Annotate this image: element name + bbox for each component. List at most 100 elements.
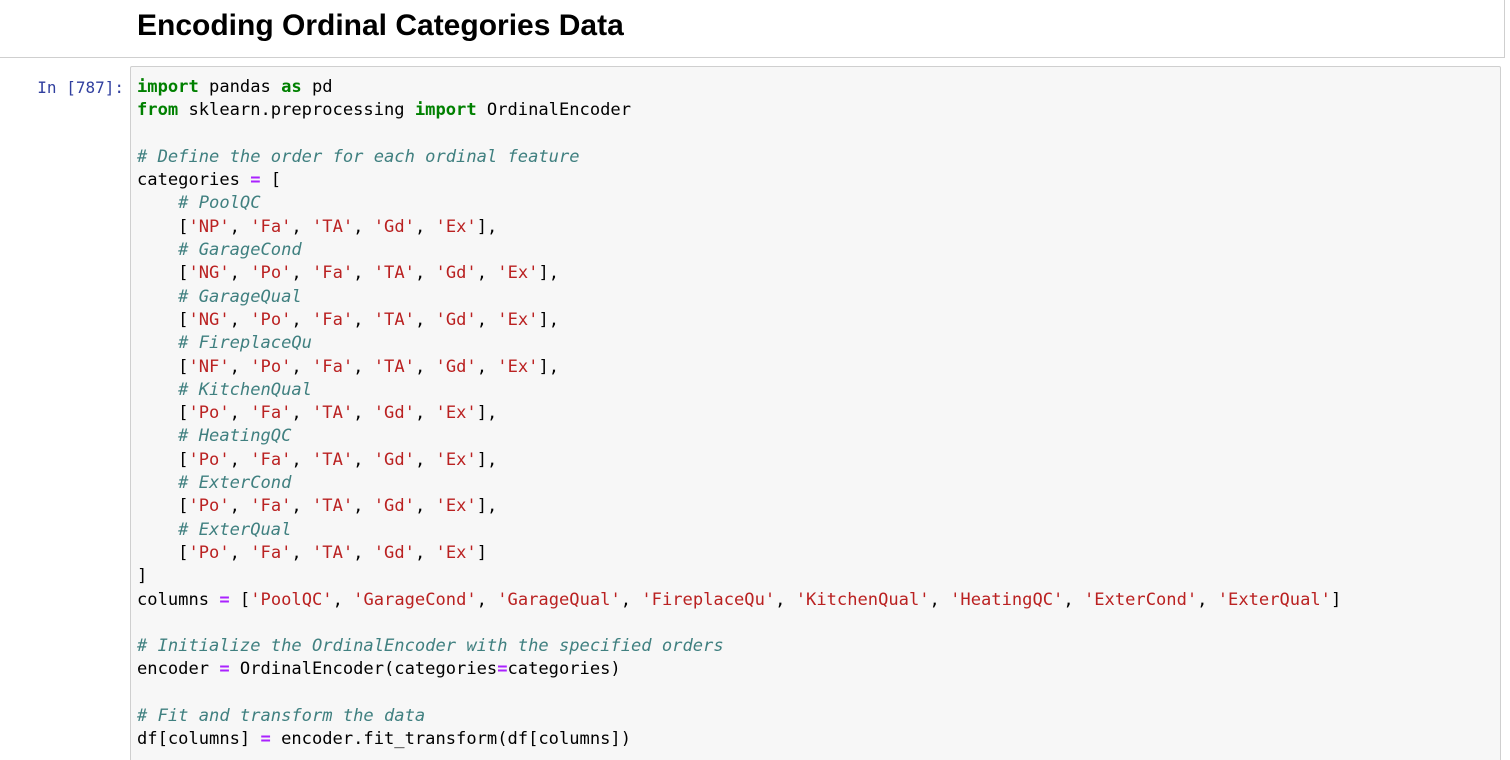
code-token-plain: [ (137, 496, 189, 517)
markdown-cell[interactable]: Encoding Ordinal Categories Data (0, 0, 1505, 58)
code-token-kw: from (137, 100, 179, 121)
code-token-str: 'Fa' (312, 263, 354, 284)
code-token-plain: , (291, 356, 312, 377)
code-cell-editor[interactable]: import pandas as pd from sklearn.preproce… (130, 66, 1501, 760)
code-line: encoder = OrdinalEncoder(categories=cate… (137, 658, 1341, 681)
code-token-plain: ], (476, 216, 498, 237)
code-token-plain: OrdinalEncoder(categories (229, 659, 498, 680)
code-token-plain: [ (137, 309, 189, 330)
code-token-plain: , (414, 263, 436, 284)
code-token-plain: , (414, 542, 436, 563)
code-block[interactable]: import pandas as pd from sklearn.preproce… (137, 76, 1341, 752)
code-token-str: 'TA' (312, 496, 354, 517)
code-token-str: 'TA' (312, 449, 354, 470)
code-token-com: # Define the order for each ordinal feat… (137, 146, 580, 167)
code-line: ['NF', 'Po', 'Fa', 'TA', 'Gd', 'Ex'], (137, 356, 1341, 379)
code-token-str: 'TA' (312, 542, 354, 563)
code-token-str: 'TA' (373, 356, 415, 377)
code-token-plain: categories (137, 170, 251, 191)
code-token-str: 'Fa' (250, 449, 292, 470)
code-token-str: 'GarageQual' (497, 589, 621, 610)
code-token-com: # Initialize the OrdinalEncoder with the… (137, 636, 724, 657)
code-token-op: = (497, 659, 508, 680)
code-token-plain: , (414, 403, 436, 424)
code-token-str: 'KitchenQual' (795, 589, 930, 610)
code-token-plain: ], (476, 496, 498, 517)
code-token-str: 'Ex' (435, 216, 477, 237)
code-line: # HeatingQC (137, 425, 1341, 448)
code-token-str: 'TA' (312, 216, 354, 237)
section-heading: Encoding Ordinal Categories Data (137, 9, 624, 42)
code-token-plain: , (476, 356, 498, 377)
code-token-plain: OrdinalEncoder (476, 100, 631, 121)
code-token-str: 'NG' (188, 263, 230, 284)
code-line: from sklearn.preprocessing import Ordina… (137, 99, 1341, 122)
code-token-str: 'Po' (250, 263, 292, 284)
code-token-plain: , (229, 356, 251, 377)
code-token-str: 'NP' (188, 216, 230, 237)
code-token-str: 'Ex' (435, 496, 477, 517)
code-token-str: 'NG' (188, 309, 230, 330)
code-token-str: 'Fa' (250, 216, 292, 237)
code-token-str: 'Ex' (435, 403, 477, 424)
input-prompt: In [787]: (37, 78, 124, 97)
code-line: df[columns] = encoder.fit_transform(df[c… (137, 728, 1341, 751)
code-token-str: 'Ex' (497, 263, 539, 284)
code-token-com: # FireplaceQu (178, 333, 312, 354)
code-token-op: = (219, 589, 230, 610)
code-line: ['Po', 'Fa', 'TA', 'Gd', 'Ex'], (137, 449, 1341, 472)
code-line: columns = ['PoolQC', 'GarageCond', 'Gara… (137, 589, 1341, 612)
code-line: # ExterCond (137, 472, 1341, 495)
code-line: # PoolQC (137, 192, 1341, 215)
code-token-plain: , (229, 542, 251, 563)
code-token-str: 'TA' (373, 309, 415, 330)
code-token-plain: , (291, 403, 312, 424)
code-token-plain: , (353, 542, 374, 563)
code-line: # GarageCond (137, 239, 1341, 262)
code-token-str: 'Fa' (250, 403, 292, 424)
code-token-str: 'Gd' (435, 263, 477, 284)
code-line: # Fit and transform the data (137, 705, 1341, 728)
code-token-plain: , (229, 263, 251, 284)
code-line: # Define the order for each ordinal feat… (137, 146, 1341, 169)
code-token-kw: import (137, 77, 199, 97)
code-token-plain: , (929, 589, 951, 610)
code-token-com: # GarageCond (178, 240, 302, 261)
code-token-plain: columns (137, 589, 220, 610)
code-token-com: # Fit and transform the data (137, 706, 426, 727)
code-token-plain: encoder (137, 659, 220, 680)
code-token-plain: ], (538, 263, 560, 284)
code-token-com: # ExterCond (178, 473, 292, 494)
code-token-str: 'Fa' (250, 496, 292, 517)
code-line: # FireplaceQu (137, 332, 1341, 355)
code-token-plain: , (291, 309, 312, 330)
code-token-plain: , (353, 309, 374, 330)
code-token-str: 'Gd' (373, 542, 415, 563)
code-line: ['Po', 'Fa', 'TA', 'Gd', 'Ex'], (137, 495, 1341, 518)
code-token-str: 'Fa' (312, 309, 354, 330)
code-token-str: 'Fa' (250, 542, 292, 563)
code-token-plain: categories) (507, 659, 621, 680)
code-token-str: 'GarageCond' (353, 589, 477, 610)
code-token-plain: , (291, 216, 312, 237)
code-token-str: 'TA' (312, 403, 354, 424)
code-token-str: 'Gd' (373, 449, 415, 470)
code-token-str: 'NF' (188, 356, 230, 377)
code-token-plain: , (353, 216, 374, 237)
code-token-plain: , (353, 263, 374, 284)
code-line: ['NG', 'Po', 'Fa', 'TA', 'Gd', 'Ex'], (137, 309, 1341, 332)
code-token-plain: , (332, 589, 354, 610)
code-token-str: 'Po' (188, 449, 230, 470)
code-token-plain: [ (137, 449, 189, 470)
code-token-plain: , (1063, 589, 1084, 610)
code-token-str: 'FireplaceQu' (641, 589, 776, 610)
code-token-plain: [ (260, 170, 282, 191)
code-token-plain: , (414, 496, 436, 517)
